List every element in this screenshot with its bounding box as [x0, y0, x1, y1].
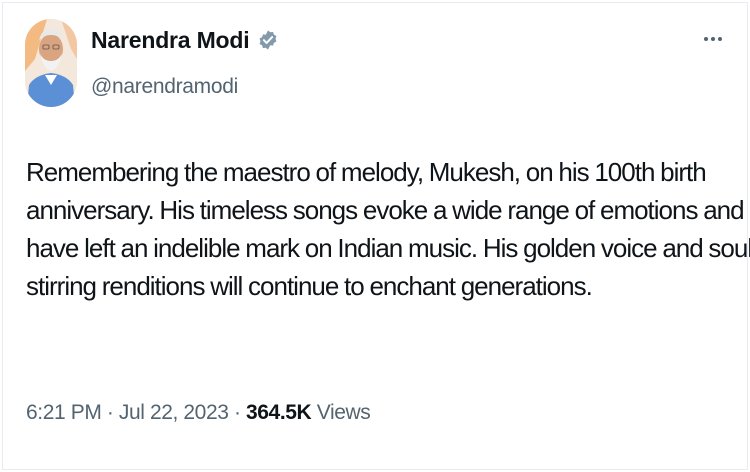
tweet-card: Narendra Modi @narendramodi Remembering … [2, 2, 750, 470]
meta-separator: · [228, 401, 246, 424]
tweet-date[interactable]: Jul 22, 2023 [119, 401, 229, 424]
author-display-name[interactable]: Narendra Modi [91, 27, 250, 54]
tweet-text-line: Remembering the maestro of melody, Mukes… [26, 157, 707, 187]
views-count[interactable]: 364.5K [246, 401, 312, 424]
more-horizontal-icon [711, 37, 715, 41]
author-handle[interactable]: @narendramodi [91, 75, 238, 99]
more-horizontal-icon [704, 37, 708, 41]
name-row: Narendra Modi [91, 25, 279, 55]
tweet-text-line: anniversary. His timeless songs evoke a … [26, 195, 745, 225]
tweet-time[interactable]: 6:21 PM [26, 401, 102, 424]
meta-separator: · [101, 401, 119, 424]
avatar[interactable] [25, 19, 77, 107]
more-options-button[interactable] [701, 29, 725, 49]
tweet-text-line: have left an indelible mark on Indian mu… [26, 233, 750, 263]
verified-badge-icon[interactable] [257, 29, 279, 51]
tweet-text-line: stirring renditions will continue to enc… [26, 271, 593, 301]
tweet-text: Remembering the maestro of melody, Mukes… [26, 153, 750, 305]
more-horizontal-icon [718, 37, 722, 41]
tweet-meta: 6:21 PM · Jul 22, 2023 · 364.5K Views [26, 401, 371, 425]
views-label: Views [311, 401, 371, 424]
avatar-image [25, 19, 77, 107]
